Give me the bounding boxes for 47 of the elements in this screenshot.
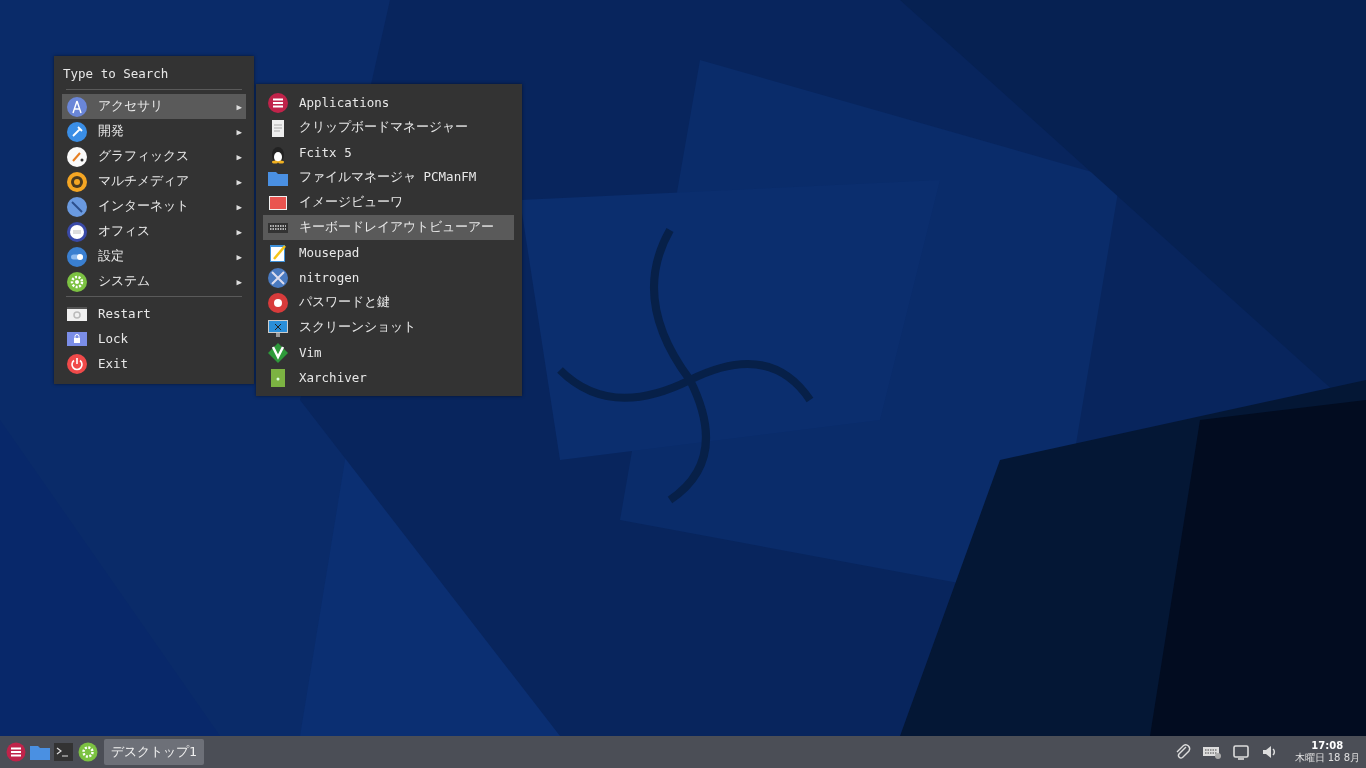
hammer-icon (66, 120, 88, 143)
task-button[interactable]: デスクトップ1 (104, 739, 204, 765)
menu-item[interactable]: ファイルマネージャ PCManFM (263, 165, 514, 190)
submenu-arrow: ▶ (236, 276, 242, 287)
menu-item[interactable]: 設定 ▶ (62, 244, 246, 269)
submenu-arrow: ▶ (236, 226, 242, 237)
menu-item[interactable]: Vim (263, 340, 514, 365)
menu-item[interactable]: イメージビューワ (263, 190, 514, 215)
menu-item[interactable]: Fcitx 5 (263, 140, 514, 165)
menu-item[interactable]: Exit (62, 351, 246, 376)
submenu-arrow: ▶ (236, 201, 242, 212)
menu-item[interactable]: nitrogen (263, 265, 514, 290)
menu-item[interactable]: アクセサリ ▶ (62, 94, 246, 119)
gear-icon[interactable] (78, 742, 98, 762)
clock-date: 木曜日 18 8月 (1294, 752, 1360, 764)
menu-item[interactable]: キーボードレイアウトビューアー (263, 215, 514, 240)
display-icon[interactable] (1230, 742, 1251, 762)
menu-item[interactable]: Lock (62, 326, 246, 351)
submenu-arrow: ▶ (236, 251, 242, 262)
menu-item[interactable]: Mousepad (263, 240, 514, 265)
submenu-arrow: ▶ (236, 126, 242, 137)
submenu-arrow: ▶ (236, 151, 242, 162)
menu-item[interactable]: オフィス ▶ (62, 219, 246, 244)
power-icon (66, 352, 88, 375)
submenu-arrow: ▶ (236, 101, 242, 112)
menu-item[interactable]: グラフィックス ▶ (62, 144, 246, 169)
menu-icon[interactable] (6, 742, 26, 762)
menu-item[interactable]: インターネット ▶ (62, 194, 246, 219)
menu-icon (267, 91, 289, 114)
menu-item[interactable]: システム ▶ (62, 269, 246, 294)
cross-circle-icon (267, 266, 289, 289)
menu-item[interactable]: Applications (263, 90, 514, 115)
terminal-icon[interactable] (54, 742, 74, 762)
menu-item[interactable]: クリップボードマネージャー (263, 115, 514, 140)
vim-icon (267, 341, 289, 364)
menu-item[interactable]: Xarchiver (263, 365, 514, 390)
clock-time: 17:08 (1311, 740, 1344, 752)
gear-icon (66, 270, 88, 293)
palette-icon (66, 145, 88, 168)
submenu-arrow: ▶ (236, 176, 242, 187)
search-field[interactable]: Type to Search (62, 60, 244, 87)
menu-item[interactable]: Restart (62, 301, 246, 326)
menu-item[interactable]: 開発 ▶ (62, 119, 246, 144)
menu-item[interactable]: マルチメディア ▶ (62, 169, 246, 194)
menu-item[interactable]: パスワードと鍵 (263, 290, 514, 315)
toggle-icon (66, 245, 88, 268)
menu-item[interactable]: スクリーンショット (263, 315, 514, 340)
